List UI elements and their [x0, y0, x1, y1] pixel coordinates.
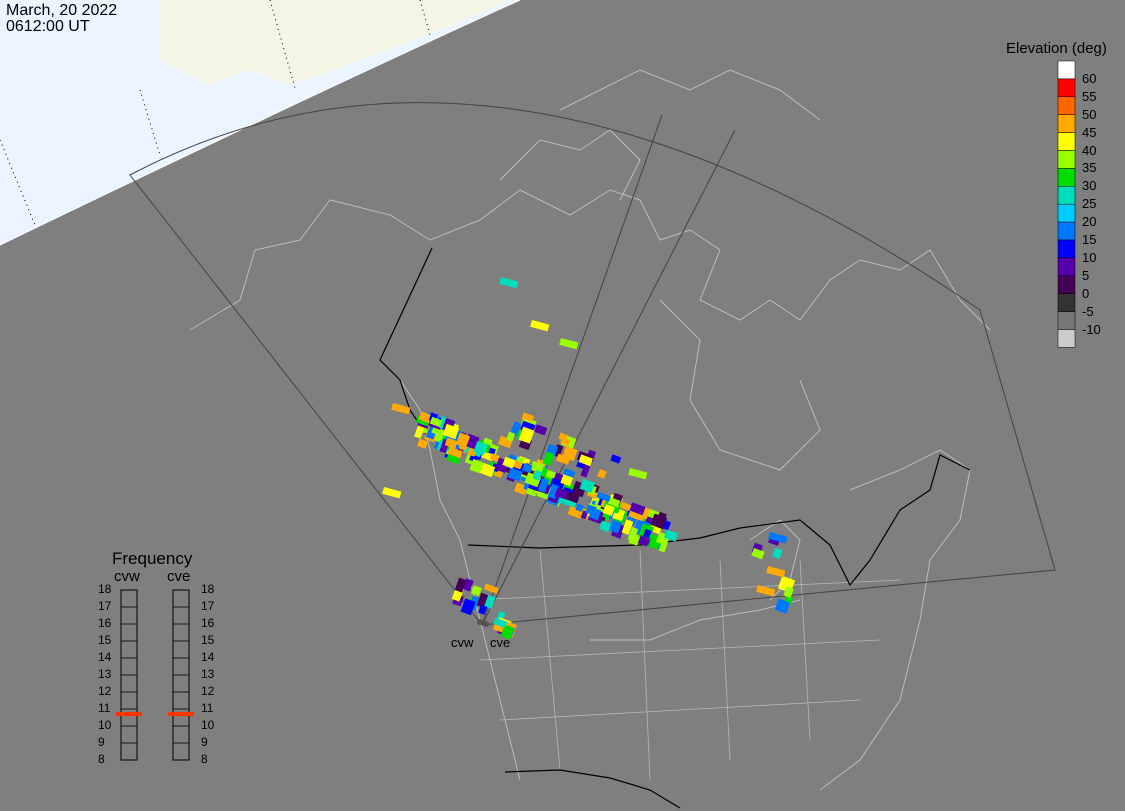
freq-scale-label: 14 — [201, 650, 215, 664]
radar-map — [0, 0, 1076, 809]
echo-cell — [391, 402, 411, 415]
frequency-title: Frequency — [112, 549, 193, 568]
freq-marker-cve — [168, 712, 194, 717]
echo-cell — [417, 438, 429, 449]
freq-scale-label: 8 — [98, 752, 105, 766]
freq-scale-label: 15 — [98, 633, 112, 647]
freq-radar-cve-label: cve — [167, 568, 191, 585]
cve-site-marker — [483, 621, 489, 627]
freq-scale-label: 18 — [98, 582, 112, 596]
colorbar-swatch — [1057, 168, 1076, 187]
colorbar-swatch — [1057, 203, 1076, 223]
freq-scale-label: 13 — [98, 667, 112, 681]
echo-cell — [470, 585, 482, 597]
colorbar-tick-label: 20 — [1082, 214, 1097, 230]
cvw-site-marker — [477, 619, 483, 625]
date-label: March, 20 2022 — [6, 2, 118, 19]
freq-scale-label: 17 — [98, 599, 112, 613]
freq-scale-label: 10 — [201, 718, 215, 732]
freq-radar-cvw-label: cvw — [114, 568, 140, 585]
colorbar-swatch — [1057, 329, 1076, 348]
freq-scale-label: 10 — [98, 718, 112, 732]
echo-cell — [542, 451, 555, 466]
freq-marker-cvw — [116, 712, 142, 717]
colorbar-tick-label: 35 — [1082, 160, 1097, 176]
echo-cell — [597, 469, 607, 479]
colorbar-tick-label: 55 — [1082, 88, 1097, 104]
freq-scale-label: 8 — [201, 752, 208, 766]
site-label-cve: cve — [490, 635, 511, 650]
colorbar-swatch — [1057, 186, 1076, 205]
colorbar-title: Elevation (deg) — [1006, 40, 1107, 57]
colorbar-tick-label: 5 — [1082, 267, 1090, 283]
colorbar-tick-label: 0 — [1082, 285, 1090, 301]
colorbar-swatch — [1057, 150, 1076, 169]
elevation-colorbar — [1057, 60, 1076, 348]
freq-scale-label: 11 — [98, 701, 111, 715]
colorbar-swatch — [1057, 78, 1076, 98]
colorbar-swatch — [1057, 239, 1076, 259]
freq-scale-label: 16 — [98, 616, 112, 630]
freq-scale-label: 9 — [201, 735, 208, 749]
freq-scale-label: 18 — [201, 582, 215, 596]
frequency-bars — [116, 589, 194, 761]
echo-cell — [499, 277, 519, 289]
colorbar-tick-label: -5 — [1082, 303, 1094, 319]
colorbar-swatch — [1057, 221, 1076, 241]
colorbar-swatch — [1057, 114, 1076, 133]
echo-cell — [559, 337, 579, 350]
colorbar-swatch — [1057, 275, 1076, 294]
colorbar-tick-label: -10 — [1082, 321, 1101, 337]
freq-scale-label: 12 — [98, 684, 112, 698]
colorbar-tick-label: 25 — [1082, 196, 1097, 212]
echo-cell — [628, 468, 648, 480]
freq-scale-label: 11 — [201, 701, 214, 715]
colorbar-tick-label: 15 — [1082, 232, 1097, 247]
site-label-cvw: cvw — [451, 635, 474, 650]
state-lines — [469, 549, 901, 781]
echo-cell — [534, 424, 548, 436]
colorbar-swatch — [1057, 257, 1076, 277]
freq-scale-label: 17 — [201, 599, 215, 613]
echo-cell — [756, 584, 776, 597]
colorbar-swatch — [1057, 311, 1076, 330]
colorbar-swatch — [1057, 60, 1076, 80]
freq-scale-label: 15 — [201, 633, 215, 647]
colorbar-tick-label: 45 — [1082, 124, 1097, 140]
freq-scale-label: 13 — [201, 667, 215, 681]
colorbar-tick-label: 30 — [1082, 178, 1097, 194]
colorbar-swatch — [1057, 293, 1076, 312]
colorbar-tick-label: 60 — [1082, 70, 1097, 86]
colorbar-swatch — [1057, 132, 1076, 151]
colorbar-tick-label: 50 — [1082, 106, 1097, 122]
colorbar-swatch — [1057, 96, 1076, 115]
freq-scale-label: 14 — [98, 650, 112, 664]
freq-scale-label: 9 — [98, 735, 105, 749]
echo-cell — [530, 320, 550, 332]
borders — [379, 247, 971, 809]
radar-echoes — [382, 277, 796, 640]
echo-cell — [771, 547, 783, 560]
echo-cell — [382, 487, 402, 499]
colorbar-tick-label: 40 — [1082, 142, 1097, 158]
echo-cell — [610, 454, 622, 464]
coastlines — [189, 69, 991, 791]
colorbar-tick-label: 10 — [1082, 249, 1097, 265]
time-label: 0612:00 UT — [6, 18, 90, 35]
echo-cell — [454, 577, 467, 593]
freq-scale-label: 12 — [201, 684, 215, 698]
echo-cell — [766, 565, 786, 578]
freq-scale-label: 16 — [201, 616, 215, 630]
